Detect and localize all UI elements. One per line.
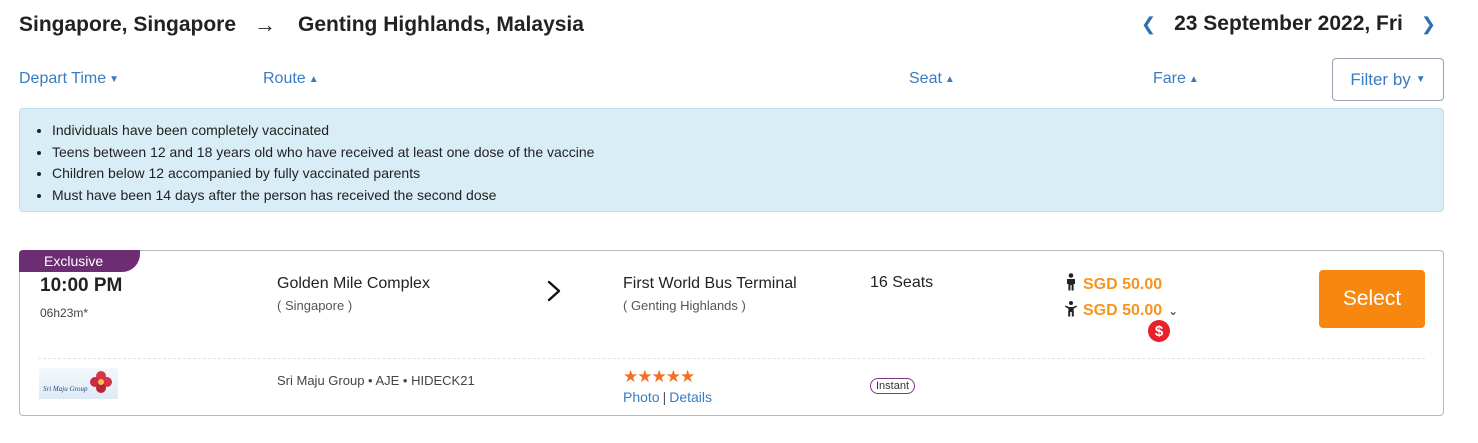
sort-arrows-icon: ▲︎ [944, 74, 955, 85]
adult-fare-price: SGD 50.00 [1083, 275, 1163, 293]
origin-terminal-city: ( Singapore ) [277, 298, 353, 313]
child-fare: SGD 50.00 ⌄ [1064, 299, 1178, 322]
flower-icon [90, 371, 112, 393]
notice-item: Teens between 12 and 18 years old who ha… [52, 142, 1429, 164]
details-link[interactable]: Details [669, 389, 712, 405]
sort-seat-label: Seat [909, 70, 942, 87]
sort-depart-time[interactable]: Depart Time ▼ [19, 70, 119, 88]
sort-fare-label: Fare [1153, 70, 1186, 87]
vaccination-notice: Individuals have been completely vaccina… [19, 108, 1444, 212]
filter-by-label: Filter by [1350, 69, 1411, 89]
sort-bar: Depart Time ▼ Route ▲︎ Seat ▲︎ Fare ▲︎ [19, 70, 1478, 90]
departure-time: 10:00 PM [40, 275, 123, 296]
destination-city: Genting Highlands, Malaysia [298, 13, 584, 36]
child-icon [1064, 299, 1078, 322]
notice-list: Individuals have been completely vaccina… [52, 120, 1429, 206]
operator-logo-text: Sri Maju Group [43, 385, 88, 393]
photo-link[interactable]: Photo [623, 389, 660, 405]
notice-item: Individuals have been completely vaccina… [52, 120, 1429, 142]
select-button[interactable]: Select [1319, 270, 1425, 328]
sort-arrows-icon: ▲︎ [308, 74, 319, 85]
travel-date: 23 September 2022, Fri [1174, 12, 1403, 35]
origin-city: Singapore, Singapore [19, 13, 237, 36]
caret-down-icon: ▼ [1415, 74, 1426, 85]
adult-icon [1064, 273, 1078, 296]
caret-down-icon: ▼ [109, 74, 120, 85]
route-title: Singapore, Singapore → Genting Highlands… [19, 12, 584, 38]
destination-terminal-city: ( Genting Highlands ) [623, 298, 746, 313]
notice-item: Must have been 14 days after the person … [52, 185, 1429, 207]
instant-badge: Instant [870, 378, 916, 394]
date-navigator: ❮ 23 September 2022, Fri ❯ [1135, 12, 1442, 36]
route-arrow-icon [546, 279, 562, 307]
operator-info: Sri Maju Group • AJE • HIDECK21 [277, 373, 475, 388]
adult-fare: SGD 50.00 [1064, 273, 1162, 296]
filter-by-button[interactable]: Filter by ▼ [1332, 58, 1444, 101]
seat-count: 16 Seats [870, 274, 934, 291]
link-separator: | [662, 389, 667, 405]
trip-card: Exclusive 10:00 PM 06h23m* Golden Mile C… [19, 250, 1444, 416]
trip-duration: 06h23m* [40, 306, 89, 320]
sort-seat[interactable]: Seat ▲︎ [909, 70, 955, 88]
exclusive-badge: Exclusive [19, 250, 140, 272]
trip-links: Photo | Details [623, 389, 712, 405]
child-fare-price: SGD 50.00 [1083, 301, 1163, 319]
operator-logo: Sri Maju Group [39, 368, 118, 399]
chevron-left-icon[interactable]: ❮ [1135, 14, 1162, 35]
origin-terminal: Golden Mile Complex [277, 275, 430, 292]
card-divider [38, 358, 1425, 359]
sort-fare[interactable]: Fare ▲︎ [1153, 70, 1199, 88]
sort-depart-time-label: Depart Time [19, 70, 107, 87]
sort-route[interactable]: Route ▲︎ [263, 70, 319, 88]
fare-details-chevron-icon[interactable]: ⌄ [1168, 304, 1178, 318]
arrow-right-icon: → [254, 12, 277, 37]
destination-terminal: First World Bus Terminal [623, 275, 797, 292]
sort-route-label: Route [263, 70, 306, 87]
chevron-right-icon[interactable]: ❯ [1415, 14, 1442, 35]
notice-item: Children below 12 accompanied by fully v… [52, 163, 1429, 185]
sort-arrows-icon: ▲︎ [1188, 74, 1199, 85]
promo-dollar-icon: $ [1148, 320, 1170, 342]
rating-stars: ★★★★★ [623, 367, 695, 386]
